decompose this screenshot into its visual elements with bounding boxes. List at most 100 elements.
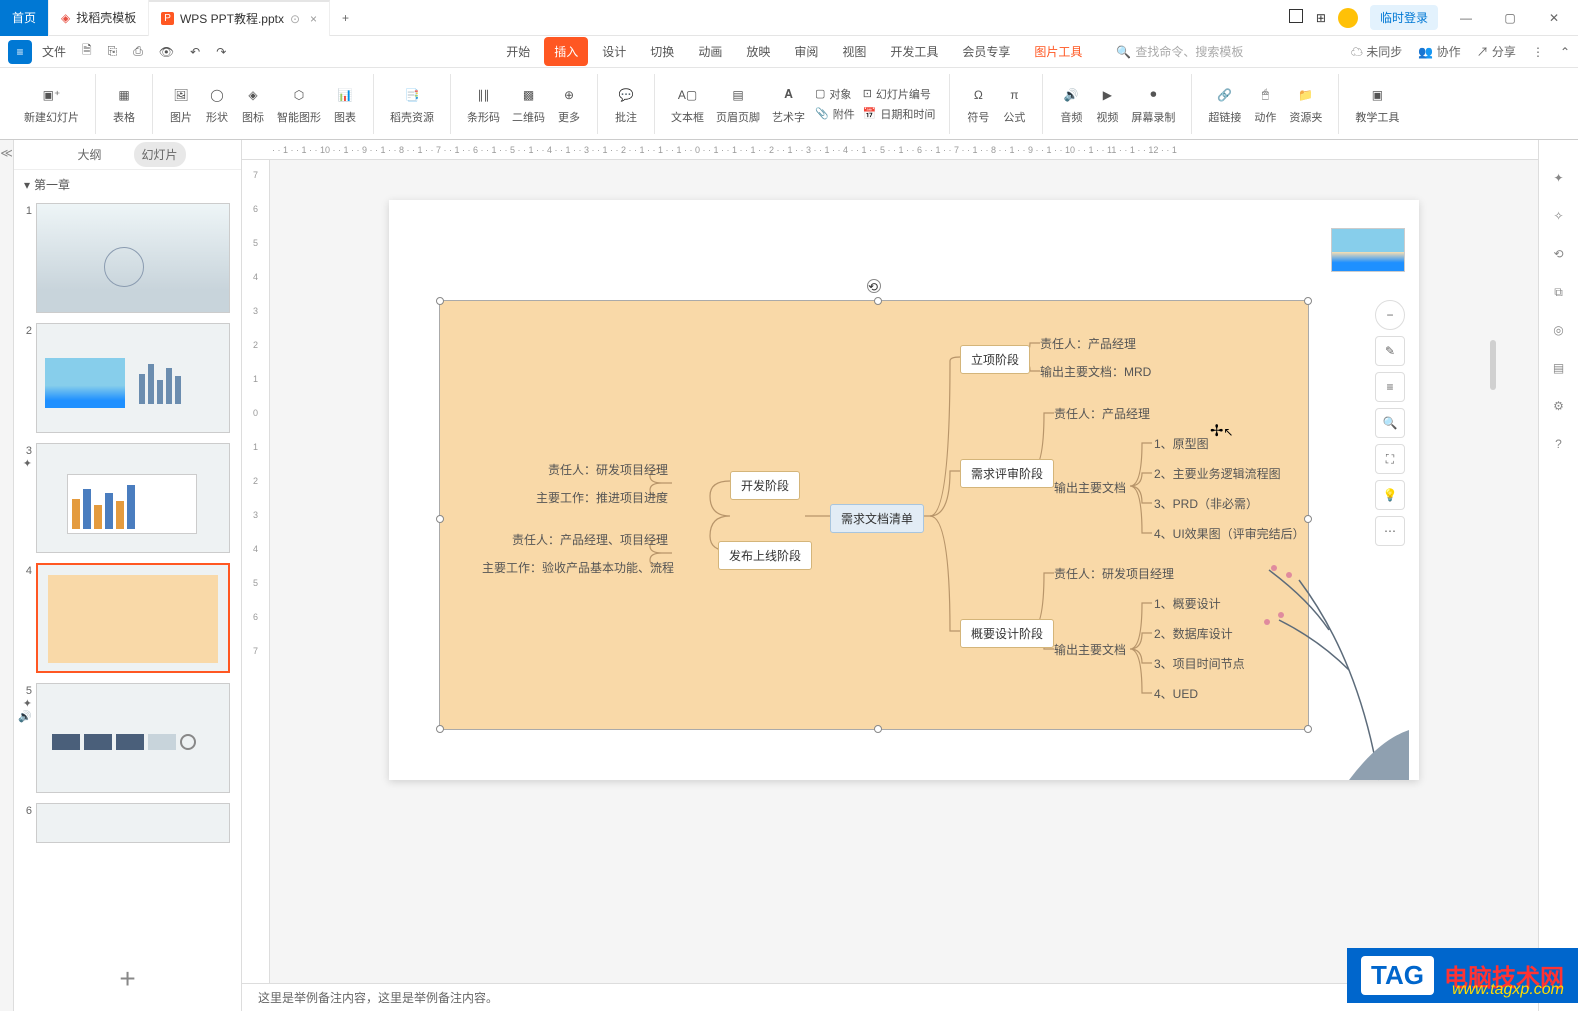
object-button[interactable]: ▢ 对象 [811, 85, 859, 103]
close-icon[interactable]: × [310, 12, 317, 26]
preview-icon[interactable]: 👁 [153, 41, 180, 63]
rail-settings-icon[interactable]: ⚙ [1549, 396, 1569, 416]
collab-button[interactable]: 👥 协作 [1418, 43, 1460, 60]
comment-button[interactable]: 💬批注 [608, 81, 644, 127]
more-button[interactable]: ⊕更多 [551, 81, 587, 127]
menu-tab-design[interactable]: 设计 [592, 37, 636, 66]
picture-button[interactable]: 🖼图片 [163, 81, 199, 127]
minus-button[interactable]: − [1375, 300, 1405, 330]
menu-tab-animation[interactable]: 动画 [688, 37, 732, 66]
collapse-ribbon-icon[interactable]: ⌃ [1560, 45, 1570, 59]
slide-canvas[interactable]: ⟲ [270, 160, 1538, 983]
outline-tab[interactable]: 大纲 [69, 142, 109, 167]
slide-thumb-5[interactable] [36, 683, 230, 793]
slide-thumb-3[interactable] [36, 443, 230, 553]
slide-thumb-6[interactable] [36, 803, 230, 843]
login-button[interactable]: 临时登录 [1370, 5, 1438, 30]
menu-tab-transition[interactable]: 切换 [640, 37, 684, 66]
crop-button[interactable]: ⛶ [1375, 444, 1405, 474]
rail-design-icon[interactable]: ✦ [1549, 168, 1569, 188]
rail-text-icon[interactable]: ⟲ [1549, 244, 1569, 264]
command-search[interactable]: 🔍 查找命令、搜索模板 [1116, 43, 1243, 60]
hyperlink-button[interactable]: 🔗超链接 [1202, 81, 1247, 127]
notes-pane[interactable]: 这里是举例备注内容，这里是举例备注内容。 [242, 983, 1538, 1011]
header-footer-button[interactable]: ▤页眉页脚 [710, 81, 766, 127]
equation-button[interactable]: π公式 [996, 81, 1032, 127]
rail-list-icon[interactable]: ▤ [1549, 358, 1569, 378]
slide-panel: 大纲 幻灯片 ▾ 第一章 1 2 3✦ 4 5✦🔊 6 + [14, 140, 242, 1011]
more-options-button[interactable]: ⋯ [1375, 516, 1405, 546]
layers-button[interactable]: ≡ [1375, 372, 1405, 402]
file-menu[interactable]: 文件 [36, 39, 72, 64]
print-icon[interactable]: ⎙ [127, 40, 149, 63]
textbox-button[interactable]: A▢文本框 [665, 81, 710, 127]
menu-tab-developer[interactable]: 开发工具 [880, 37, 948, 66]
slide-thumb-2[interactable] [36, 323, 230, 433]
table-button[interactable]: ▦表格 [106, 81, 142, 127]
tab-docer[interactable]: ◈找稻壳模板 [49, 0, 149, 36]
tab-file[interactable]: P WPS PPT教程.pptx ⊙ × [149, 0, 330, 36]
menu-tab-slideshow[interactable]: 放映 [736, 37, 780, 66]
rail-magic-icon[interactable]: ✧ [1549, 206, 1569, 226]
docer-resource-button[interactable]: 📑稻壳资源 [384, 81, 440, 127]
rotate-handle[interactable]: ⟲ [867, 279, 881, 293]
menu-tab-review[interactable]: 审阅 [784, 37, 828, 66]
slide-thumb-4[interactable] [36, 563, 230, 673]
symbol-button[interactable]: Ω符号 [960, 81, 996, 127]
mindmap-image[interactable]: ⟲ [439, 300, 1309, 730]
menu-tab-pictools[interactable]: 图片工具 [1024, 37, 1092, 66]
teaching-tools-button[interactable]: ▣教学工具 [1349, 81, 1405, 127]
shape-button[interactable]: ◯形状 [199, 81, 235, 127]
save-icon[interactable]: 🗎 [76, 37, 98, 66]
wordart-button[interactable]: 𝐀艺术字 [766, 81, 811, 127]
chapter-header[interactable]: ▾ 第一章 [14, 170, 241, 199]
barcode-button[interactable]: ∥∥条形码 [461, 81, 506, 127]
slide-thumb-1[interactable] [36, 203, 230, 313]
slide-number-button[interactable]: ⊡ 幻灯片编号 [859, 85, 940, 103]
resource-button[interactable]: 📁资源夹 [1283, 81, 1328, 127]
unsync-button[interactable]: ☁ 未同步 [1351, 43, 1402, 60]
layout-icon[interactable] [1288, 9, 1304, 26]
menu-tab-insert[interactable]: 插入 [544, 37, 588, 66]
beach-image[interactable] [1331, 228, 1405, 272]
menu-tab-vip[interactable]: 会员专享 [952, 37, 1020, 66]
zoom-button[interactable]: 🔍 [1375, 408, 1405, 438]
menu-tab-start[interactable]: 开始 [496, 37, 540, 66]
share-button[interactable]: ↗ 分享 [1477, 43, 1516, 60]
audio-button[interactable]: 🔊音频 [1053, 81, 1089, 127]
new-icon[interactable]: ⎘ [102, 40, 124, 63]
menu-tab-view[interactable]: 视图 [832, 37, 876, 66]
grid-icon[interactable]: ⊞ [1316, 11, 1326, 25]
close-window-icon[interactable]: ✕ [1538, 2, 1570, 34]
scrollbar[interactable] [1490, 340, 1496, 390]
more-icon[interactable]: ⋮ [1532, 45, 1544, 59]
video-button[interactable]: ▶视频 [1089, 81, 1125, 127]
minimize-icon[interactable]: — [1450, 2, 1482, 34]
edit-image-button[interactable]: ✎ [1375, 336, 1405, 366]
icon-button[interactable]: ◈图标 [235, 81, 271, 127]
app-menu-icon[interactable]: ≡ [8, 40, 32, 64]
action-button[interactable]: 🖱动作 [1247, 81, 1283, 127]
rail-copy-icon[interactable]: ⧉ [1549, 282, 1569, 302]
ribbon: ▣⁺新建幻灯片 ▦表格 🖼图片 ◯形状 ◈图标 ⬡智能图形 📊图表 📑稻壳资源 … [0, 68, 1578, 140]
rail-nav-icon[interactable]: ◎ [1549, 320, 1569, 340]
undo-icon[interactable]: ↶ [184, 41, 206, 63]
add-slide-button[interactable]: + [14, 947, 241, 1011]
screenrec-button[interactable]: ⏺屏幕录制 [1125, 81, 1181, 127]
avatar[interactable] [1338, 8, 1358, 28]
pin-icon[interactable]: ⊙ [290, 12, 300, 26]
new-slide-button[interactable]: ▣⁺新建幻灯片 [18, 81, 85, 127]
datetime-button[interactable]: 📅 日期和时间 [859, 105, 940, 123]
slides-tab[interactable]: 幻灯片 [134, 142, 186, 167]
chart-button[interactable]: 📊图表 [327, 81, 363, 127]
redo-icon[interactable]: ↷ [210, 41, 232, 63]
idea-button[interactable]: 💡 [1375, 480, 1405, 510]
maximize-icon[interactable]: ▢ [1494, 2, 1526, 34]
qrcode-button[interactable]: ▩二维码 [506, 81, 551, 127]
attachment-button[interactable]: 📎 附件 [811, 105, 859, 123]
collapse-panel-icon[interactable]: ≪ [0, 140, 14, 1011]
smartart-button[interactable]: ⬡智能图形 [271, 81, 327, 127]
rail-help-icon[interactable]: ? [1549, 434, 1569, 454]
tab-home[interactable]: 首页 [0, 0, 49, 36]
add-tab-button[interactable]: + [330, 11, 361, 25]
